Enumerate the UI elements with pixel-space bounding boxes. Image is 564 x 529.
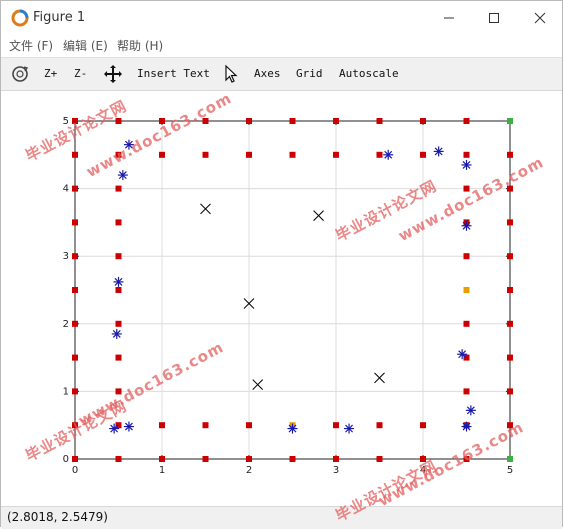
square-point-marker — [202, 151, 209, 158]
square-point-marker — [72, 185, 78, 192]
octave-logo-icon — [11, 9, 29, 27]
square-point-marker — [507, 287, 513, 293]
pan-icon[interactable] — [103, 64, 123, 84]
y-tick-label: 4 — [63, 184, 69, 195]
axes-button[interactable]: Axes — [254, 67, 281, 80]
square-point-marker — [463, 118, 470, 124]
grid-button[interactable]: Grid — [296, 67, 323, 80]
square-point-marker — [72, 354, 78, 361]
square-point-marker — [246, 118, 252, 124]
square-point-marker — [376, 422, 383, 429]
square-point-marker — [420, 422, 426, 429]
x-tick-label: 1 — [159, 465, 165, 476]
square-point-marker — [376, 151, 383, 158]
square-point-marker — [115, 287, 122, 293]
square-point-marker — [72, 253, 78, 260]
square-point-marker — [72, 151, 78, 158]
square-point-marker — [420, 151, 426, 158]
square-point-marker — [159, 422, 165, 429]
square-point-marker — [202, 422, 209, 429]
x-tick-label: 0 — [72, 465, 78, 476]
x-tick-label: 2 — [246, 465, 252, 476]
corner-point-marker — [507, 118, 513, 124]
square-point-marker — [463, 151, 470, 158]
square-point-marker — [72, 287, 78, 293]
square-point-marker — [463, 287, 470, 293]
menu-bar: 文件 (F) 编辑 (E) 帮助 (H) — [1, 35, 562, 55]
square-point-marker — [115, 185, 122, 192]
menu-file[interactable]: 文件 (F) — [9, 37, 53, 54]
square-point-marker — [420, 118, 426, 124]
square-point-marker — [115, 456, 122, 462]
square-point-marker — [376, 118, 383, 124]
autoscale-button[interactable]: Autoscale — [339, 67, 399, 80]
title-bar: Figure 1 — [1, 1, 562, 35]
square-point-marker — [246, 151, 252, 158]
square-point-marker — [507, 320, 513, 327]
square-point-marker — [333, 151, 339, 158]
x-tick-label: 3 — [333, 465, 339, 476]
square-point-marker — [463, 320, 470, 327]
square-point-marker — [333, 118, 339, 124]
square-point-marker — [115, 354, 122, 361]
square-point-marker — [72, 388, 78, 395]
square-point-marker — [115, 422, 122, 429]
square-point-marker — [507, 354, 513, 361]
square-point-marker — [507, 219, 513, 226]
cursor-coordinates: (2.8018, 2.5479) — [7, 510, 108, 524]
square-point-marker — [507, 253, 513, 260]
square-point-marker — [72, 320, 78, 327]
maximize-icon — [489, 13, 499, 23]
close-button[interactable] — [517, 1, 563, 35]
y-tick-label: 0 — [63, 454, 69, 465]
square-point-marker — [202, 456, 209, 462]
zoom-in-button[interactable]: Z+ — [44, 67, 57, 80]
square-point-marker — [115, 253, 122, 260]
menu-edit[interactable]: 编辑 (E) — [63, 37, 108, 54]
y-tick-label: 1 — [63, 386, 69, 397]
square-point-marker — [159, 456, 165, 462]
square-point-marker — [333, 422, 339, 429]
square-point-marker — [115, 219, 122, 226]
figure-toolbar: Z+ Z- Insert Text Axes Grid Autoscale — [1, 57, 562, 91]
minimize-icon — [444, 17, 454, 19]
square-point-marker — [289, 151, 296, 158]
corner-point-marker — [507, 456, 513, 462]
square-point-marker — [376, 456, 383, 462]
square-point-marker — [463, 253, 470, 260]
zoom-out-button[interactable]: Z- — [74, 67, 87, 80]
square-point-marker — [72, 219, 78, 226]
close-icon — [534, 12, 546, 24]
square-point-marker — [463, 388, 470, 395]
square-point-marker — [463, 354, 470, 361]
insert-text-button[interactable]: Insert Text — [137, 67, 210, 80]
square-point-marker — [289, 456, 296, 462]
corner-point-marker — [72, 456, 78, 462]
square-point-marker — [333, 456, 339, 462]
square-point-marker — [115, 320, 122, 327]
minimize-button[interactable] — [426, 1, 472, 35]
menu-help[interactable]: 帮助 (H) — [117, 37, 163, 54]
square-point-marker — [246, 456, 252, 462]
status-bar: (2.8018, 2.5479) — [1, 506, 562, 529]
y-tick-label: 3 — [63, 251, 69, 262]
square-point-marker — [507, 388, 513, 395]
axes-box — [74, 120, 511, 460]
maximize-button[interactable] — [471, 1, 517, 35]
rotate-icon[interactable] — [10, 64, 30, 84]
x-tick-label: 5 — [507, 465, 513, 476]
square-point-marker — [507, 151, 513, 158]
square-point-marker — [246, 422, 252, 429]
square-point-marker — [289, 118, 296, 124]
y-tick-label: 2 — [63, 319, 69, 330]
square-point-marker — [159, 151, 165, 158]
select-pointer-icon[interactable] — [221, 64, 241, 84]
window-title: Figure 1 — [33, 10, 86, 25]
